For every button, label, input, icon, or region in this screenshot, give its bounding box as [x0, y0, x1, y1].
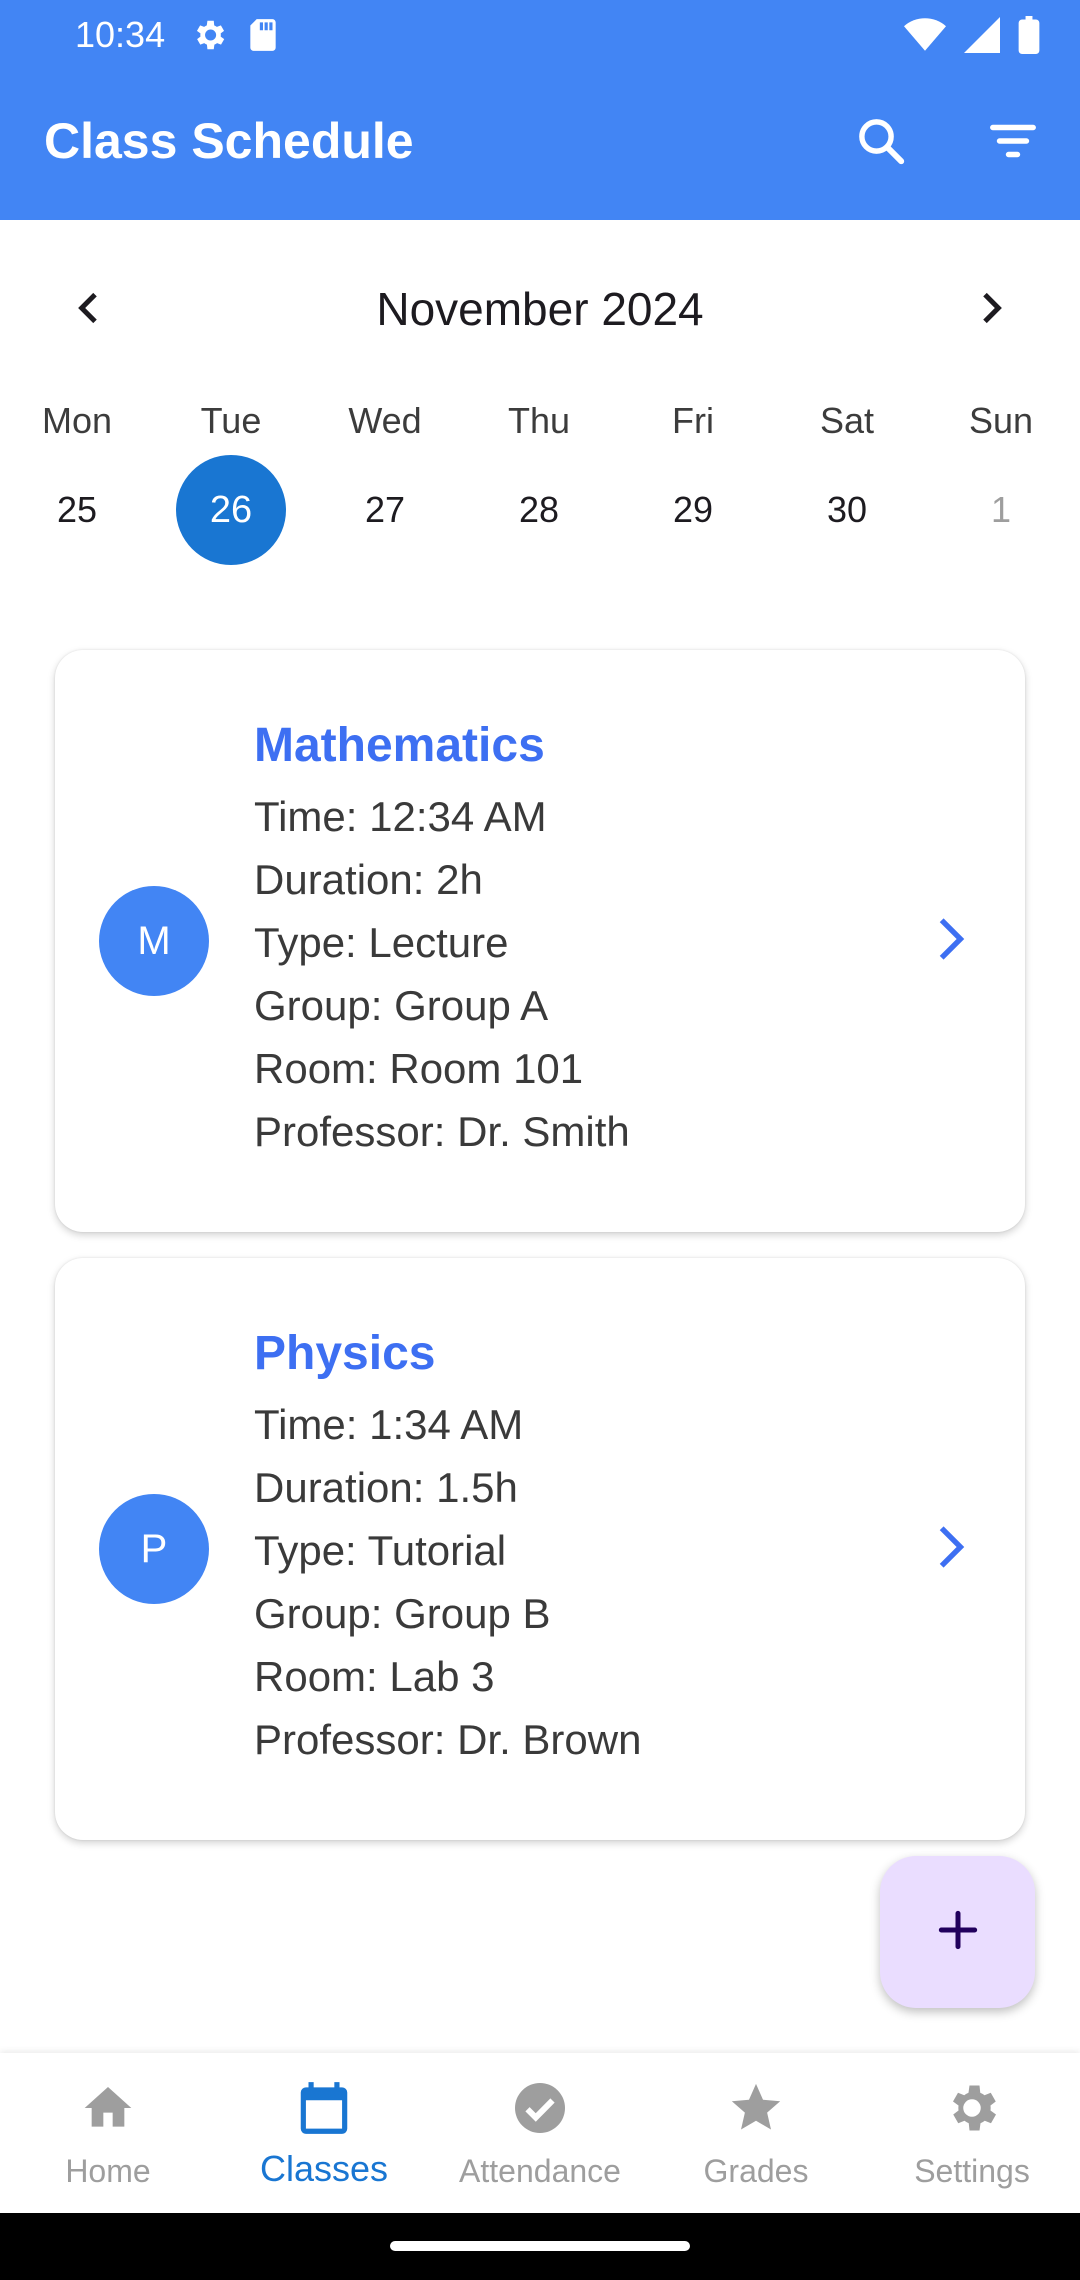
class-time: Time: 1:34 AM [254, 1401, 524, 1448]
class-group: Group: Group B [254, 1590, 551, 1637]
chevron-right-icon [970, 288, 1010, 333]
nav-settings[interactable]: Settings [864, 2053, 1080, 2213]
status-time: 10:34 [75, 14, 166, 55]
class-type: Type: Tutorial [254, 1527, 507, 1574]
battery-icon [1018, 16, 1040, 59]
day-fri[interactable]: Fri 29 [616, 395, 770, 565]
class-card[interactable]: P Physics Time: 1:34 AM Duration: 1.5h T… [55, 1258, 1025, 1840]
day-name: Fri [672, 400, 714, 441]
signal-icon [964, 17, 1000, 58]
star-icon [648, 2073, 864, 2143]
app-header: 10:34 Class Schedule [0, 0, 1080, 220]
day-thu[interactable]: Thu 28 [462, 395, 616, 565]
filter-icon [986, 114, 1040, 173]
open-class-button[interactable] [915, 1514, 985, 1584]
class-name: Mathematics [254, 719, 545, 772]
class-room: Room: Room 101 [254, 1045, 584, 1092]
next-month-button[interactable] [960, 280, 1020, 340]
open-class-button[interactable] [915, 906, 985, 976]
class-duration: Duration: 2h [254, 856, 483, 903]
nav-label: Settings [914, 2153, 1030, 2189]
chevron-right-icon [925, 1519, 975, 1580]
class-time: Time: 12:34 AM [254, 793, 547, 840]
add-class-button[interactable] [880, 1856, 1035, 2008]
class-professor: Professor: Dr. Brown [254, 1716, 642, 1763]
nav-classes[interactable]: Classes [216, 2053, 432, 2213]
month-label: November 2024 [376, 283, 704, 335]
nav-label: Grades [703, 2153, 809, 2189]
calendar-header: November 2024 [0, 270, 1080, 350]
day-number: 28 [518, 489, 560, 530]
day-tue[interactable]: Tue 26 [154, 395, 308, 565]
day-number: 1 [990, 489, 1012, 530]
sd-card-icon [246, 16, 280, 59]
gesture-handle[interactable] [390, 2241, 690, 2251]
class-duration: Duration: 1.5h [254, 1464, 518, 1511]
chevron-right-icon [925, 911, 975, 972]
class-professor: Professor: Dr. Smith [254, 1108, 630, 1155]
class-room: Room: Lab 3 [254, 1653, 495, 1700]
class-name: Physics [254, 1327, 436, 1380]
week-strip: Mon 25 Tue 26 Wed 27 Thu 28 Fri 29 Sat 3… [0, 395, 1080, 575]
day-name: Mon [41, 400, 113, 441]
status-bar: 10:34 [0, 0, 1080, 70]
day-name: Thu [507, 400, 571, 441]
day-name: Wed [348, 400, 422, 441]
system-navigation-bar [0, 2213, 1080, 2280]
search-button[interactable] [846, 108, 916, 178]
selected-day-number: 26 [154, 455, 308, 565]
check-circle-icon [432, 2073, 648, 2143]
day-name: Tue [200, 400, 262, 441]
filter-button[interactable] [978, 108, 1048, 178]
settings-icon [864, 2073, 1080, 2143]
plus-icon [933, 1905, 983, 1960]
gear-icon [190, 16, 228, 59]
calendar-icon [216, 2073, 432, 2143]
day-number: 29 [672, 489, 714, 530]
nav-home[interactable]: Home [0, 2053, 216, 2213]
day-sun[interactable]: Sun 1 [924, 395, 1078, 565]
search-icon [854, 114, 908, 173]
day-name: Sun [968, 400, 1034, 441]
home-icon [0, 2073, 216, 2143]
wifi-icon [904, 17, 946, 58]
day-wed[interactable]: Wed 27 [308, 395, 462, 565]
nav-label: Classes [259, 2148, 389, 2189]
class-details: Physics Time: 1:34 AM Duration: 1.5h Typ… [254, 1326, 641, 1771]
class-card[interactable]: M Mathematics Time: 12:34 AM Duration: 2… [55, 650, 1025, 1232]
class-group: Group: Group A [254, 982, 549, 1029]
class-details: Mathematics Time: 12:34 AM Duration: 2h … [254, 718, 630, 1163]
day-name: Sat [819, 400, 875, 441]
nav-grades[interactable]: Grades [648, 2053, 864, 2213]
class-avatar: M [99, 886, 209, 996]
day-number: 30 [826, 489, 868, 530]
nav-label: Home [65, 2153, 151, 2189]
nav-attendance[interactable]: Attendance [432, 2053, 648, 2213]
class-avatar: P [99, 1494, 209, 1604]
day-mon[interactable]: Mon 25 [0, 395, 154, 565]
day-sat[interactable]: Sat 30 [770, 395, 924, 565]
nav-label: Attendance [459, 2153, 621, 2189]
class-type: Type: Lecture [254, 919, 509, 966]
day-number: 27 [364, 489, 406, 530]
day-number: 25 [56, 489, 98, 530]
page-title: Class Schedule [44, 113, 414, 169]
bottom-navigation: Home Classes Attendance Grades Settings [0, 2053, 1080, 2213]
